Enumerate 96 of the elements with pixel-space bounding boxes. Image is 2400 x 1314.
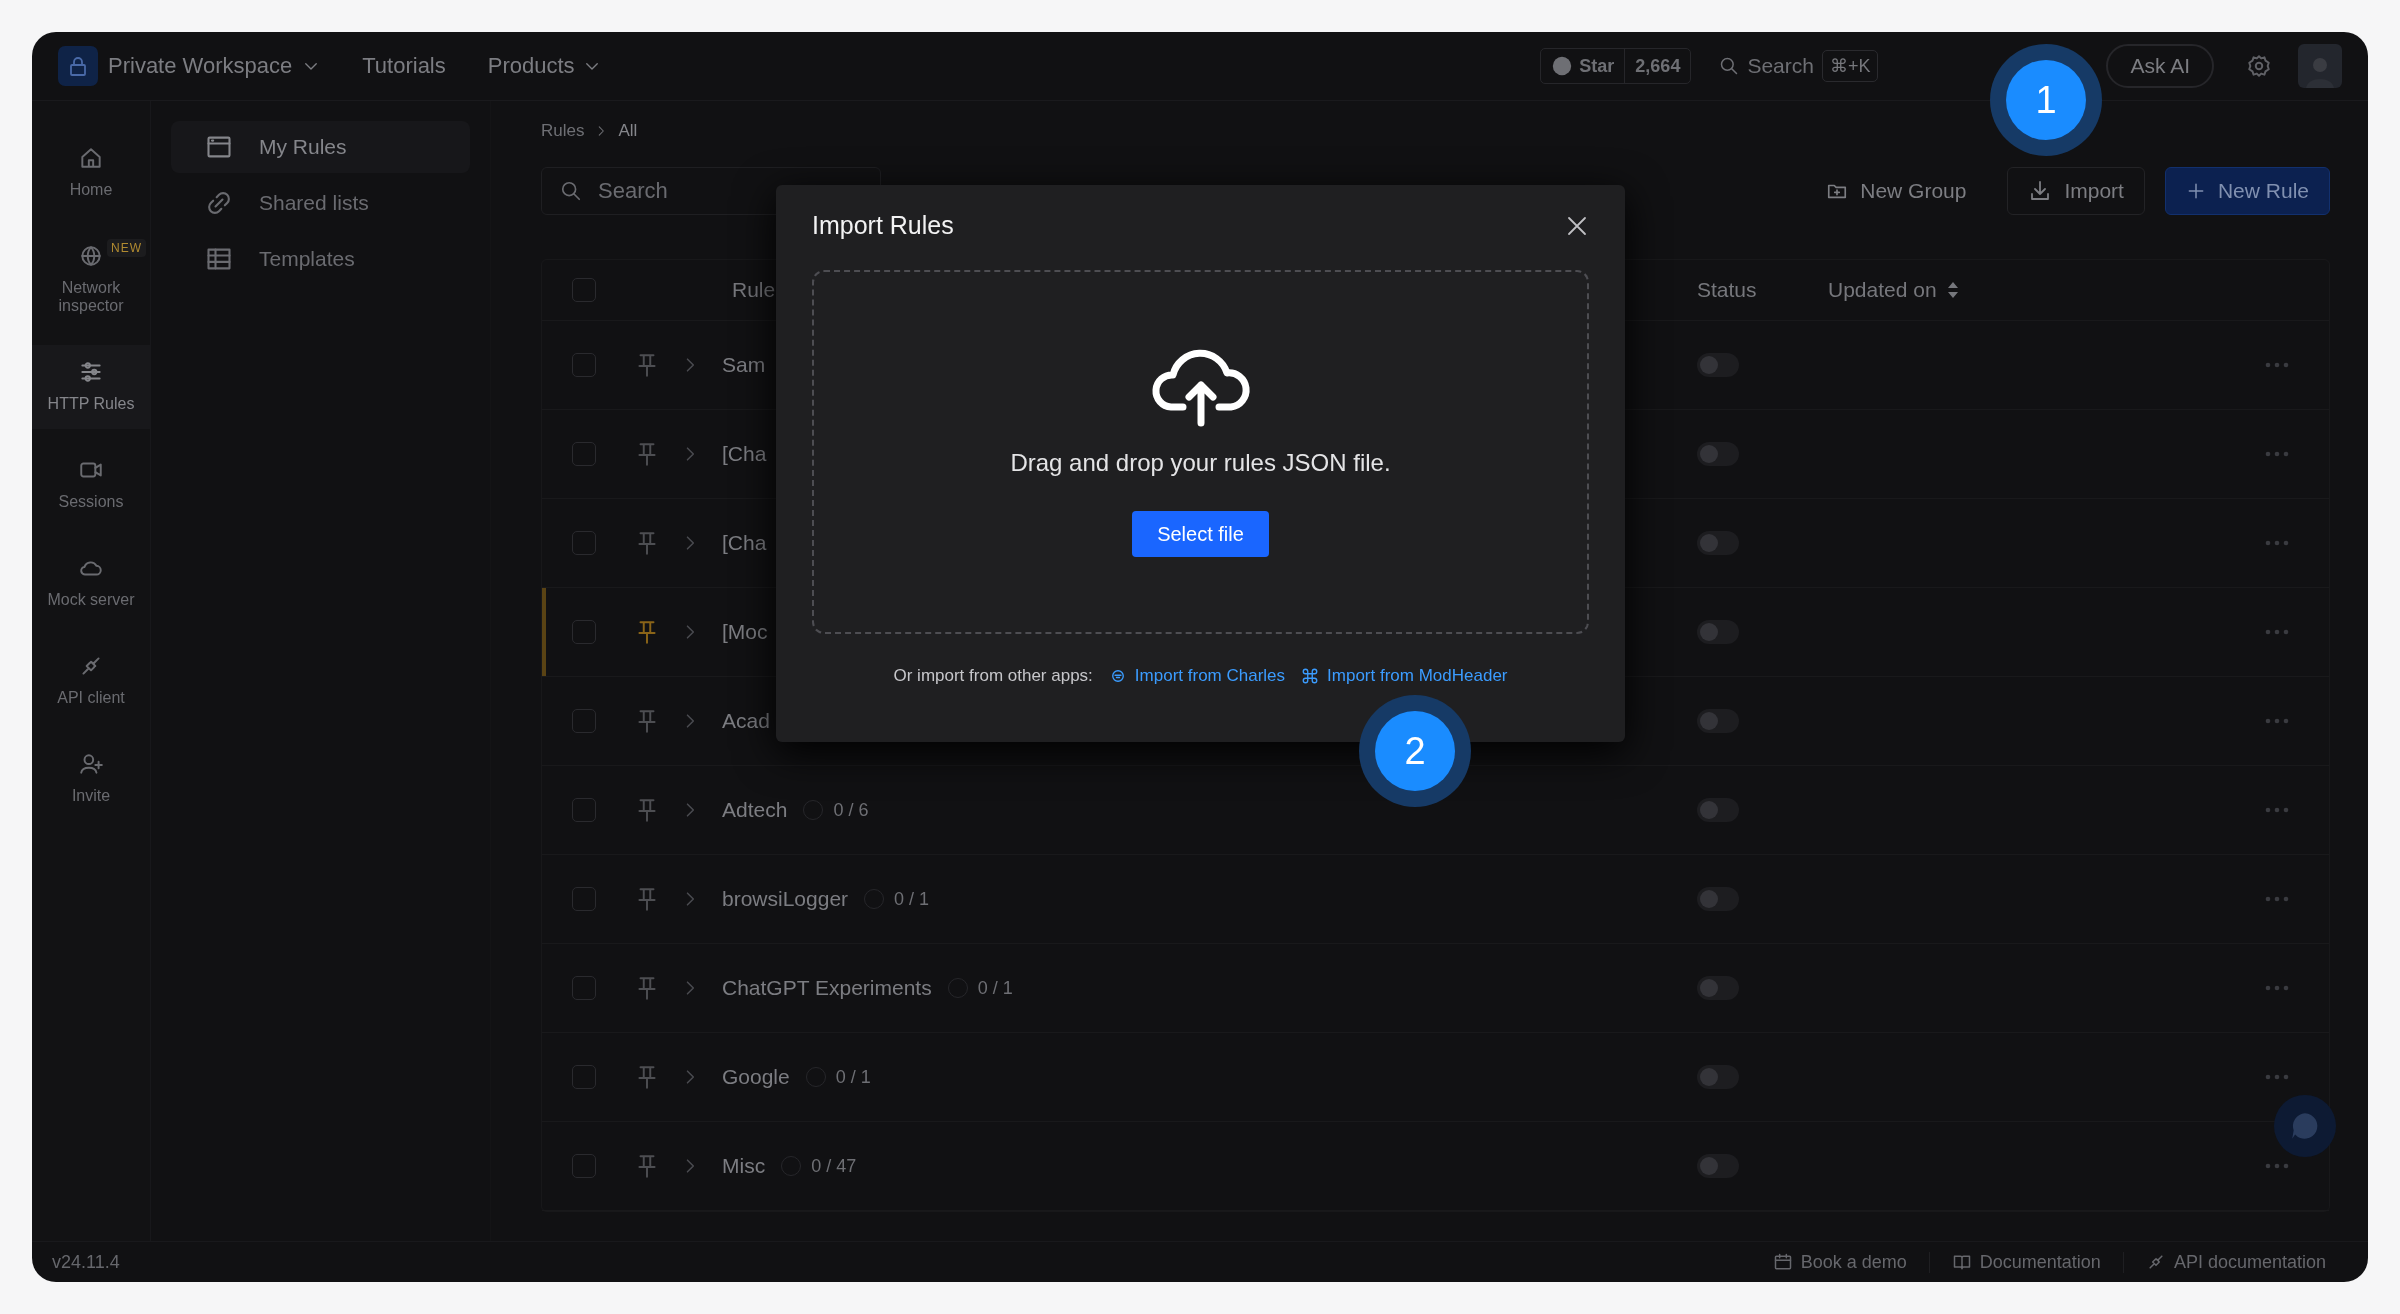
command-icon xyxy=(1301,667,1320,685)
footer-link[interactable]: Documentation xyxy=(1928,1251,2123,1273)
status-toggle[interactable] xyxy=(1697,1154,1739,1178)
status-toggle[interactable] xyxy=(1697,620,1739,644)
checkbox[interactable] xyxy=(572,442,596,466)
rail-item[interactable]: Home xyxy=(32,131,150,215)
more-icon[interactable] xyxy=(2265,540,2289,546)
footer-link[interactable]: API documentation xyxy=(2122,1251,2348,1273)
workspace-switcher[interactable]: Private Workspace xyxy=(58,46,321,86)
invite-button[interactable]: Invite xyxy=(32,737,150,821)
checkbox[interactable] xyxy=(572,1154,596,1178)
group-name[interactable]: Adtech xyxy=(722,798,788,822)
add-user-icon xyxy=(78,751,104,777)
nav-menu[interactable]: Tutorials xyxy=(362,53,446,79)
ask-ai-button[interactable]: Ask AI xyxy=(2106,44,2214,88)
group-name[interactable]: Google xyxy=(722,1065,790,1089)
rail-item[interactable]: Sessions xyxy=(32,443,150,527)
checkbox[interactable] xyxy=(572,278,596,302)
group-name[interactable]: Sam xyxy=(722,353,766,377)
nav-menu[interactable]: Products xyxy=(487,53,601,79)
group-name[interactable]: [Moc xyxy=(722,620,768,644)
status-toggle[interactable] xyxy=(1697,1065,1739,1089)
column-header: Rule xyxy=(732,278,776,302)
checkbox[interactable] xyxy=(572,353,596,377)
rail-item[interactable]: HTTP Rules xyxy=(32,345,150,429)
checkbox[interactable] xyxy=(572,531,596,555)
column-header: Status xyxy=(1697,278,1757,302)
more-icon[interactable] xyxy=(2265,807,2289,813)
select-file-button[interactable]: Select file xyxy=(1132,511,1269,557)
import-link[interactable]: Import from ModHeader xyxy=(1301,666,1508,686)
status-toggle[interactable] xyxy=(1697,531,1739,555)
group-name[interactable]: [Cha xyxy=(722,531,767,555)
new-rule-button[interactable]: New Rule xyxy=(2164,167,2330,215)
status-toggle[interactable] xyxy=(1697,976,1739,1000)
sidebar-item[interactable]: My Rules xyxy=(171,121,470,173)
rule-count: 0 / 1 xyxy=(977,977,1013,999)
more-icon[interactable] xyxy=(2265,718,2289,724)
rail-item[interactable]: NEW Network inspector xyxy=(32,229,150,331)
settings-icon[interactable] xyxy=(2246,53,2272,79)
rule-count: 0 / 6 xyxy=(833,799,869,821)
new-group-button[interactable]: New Group xyxy=(1805,167,1988,215)
github-star-button[interactable]: Star 2,664 xyxy=(1540,48,1692,84)
more-icon[interactable] xyxy=(2265,629,2289,635)
book-icon xyxy=(1951,1252,1972,1272)
home-icon xyxy=(78,145,104,171)
sidebar-item[interactable]: Shared lists xyxy=(171,177,470,229)
drop-zone[interactable]: Drag and drop your rules JSON file. Select file xyxy=(812,270,1589,634)
footer-link[interactable]: Book a demo xyxy=(1750,1251,1929,1273)
step-marker: 2 xyxy=(1359,695,1471,807)
checkbox[interactable] xyxy=(572,1065,596,1089)
group-name[interactable]: ChatGPT Experiments xyxy=(722,976,932,1000)
rule-count: 0 / 1 xyxy=(835,1066,871,1088)
more-icon[interactable] xyxy=(2265,1074,2289,1080)
search-icon xyxy=(1719,56,1740,76)
checkbox[interactable] xyxy=(572,976,596,1000)
sidebar-item[interactable]: Templates xyxy=(171,233,470,285)
rail-item[interactable]: API client xyxy=(32,639,150,723)
more-icon[interactable] xyxy=(2265,451,2289,457)
more-icon[interactable] xyxy=(2265,896,2289,902)
search-icon xyxy=(560,180,582,202)
rule-count: 0 / 1 xyxy=(894,888,930,910)
status-toggle[interactable] xyxy=(1697,709,1739,733)
import-button[interactable]: Import xyxy=(2007,167,2145,215)
import-link[interactable]: Import from Charles xyxy=(1108,666,1286,686)
more-icon[interactable] xyxy=(2265,985,2289,991)
breadcrumb-item[interactable]: Rules xyxy=(541,121,585,141)
calendar-icon xyxy=(1772,1252,1793,1272)
column-header[interactable]: Updated on xyxy=(1828,278,1959,302)
link-icon xyxy=(205,189,233,217)
version-label: v24.11.4 xyxy=(52,1251,120,1273)
more-icon[interactable] xyxy=(2265,1163,2289,1169)
new-badge: NEW xyxy=(107,239,146,257)
more-icon[interactable] xyxy=(2265,362,2289,368)
import-hint: Or import from other apps: xyxy=(893,666,1093,686)
step-marker: 1 xyxy=(1990,44,2102,156)
rule-count: 0 / 47 xyxy=(811,1155,857,1177)
status-toggle[interactable] xyxy=(1697,887,1739,911)
checkbox[interactable] xyxy=(572,887,596,911)
checkbox[interactable] xyxy=(572,620,596,644)
group-name[interactable]: browsiLogger xyxy=(722,887,849,911)
rail-item[interactable]: Mock server xyxy=(32,541,150,625)
checkbox[interactable] xyxy=(572,709,596,733)
avatar[interactable] xyxy=(2298,44,2342,88)
search-button[interactable]: Search ⌘+K xyxy=(1719,50,1879,82)
group-name[interactable]: [Cha xyxy=(722,442,767,466)
status-toggle[interactable] xyxy=(1697,442,1739,466)
drop-prompt: Drag and drop your rules JSON file. xyxy=(1010,449,1391,477)
sliders-icon xyxy=(78,359,104,385)
status-toggle[interactable] xyxy=(1697,353,1739,377)
breadcrumb-item[interactable]: All xyxy=(618,121,638,141)
checkbox[interactable] xyxy=(572,798,596,822)
status-toggle[interactable] xyxy=(1697,798,1739,822)
globe-icon xyxy=(78,243,104,269)
group-name[interactable]: Misc xyxy=(722,1154,766,1178)
sort-icon[interactable] xyxy=(1946,280,1959,300)
group-name[interactable]: Acad xyxy=(722,709,770,733)
